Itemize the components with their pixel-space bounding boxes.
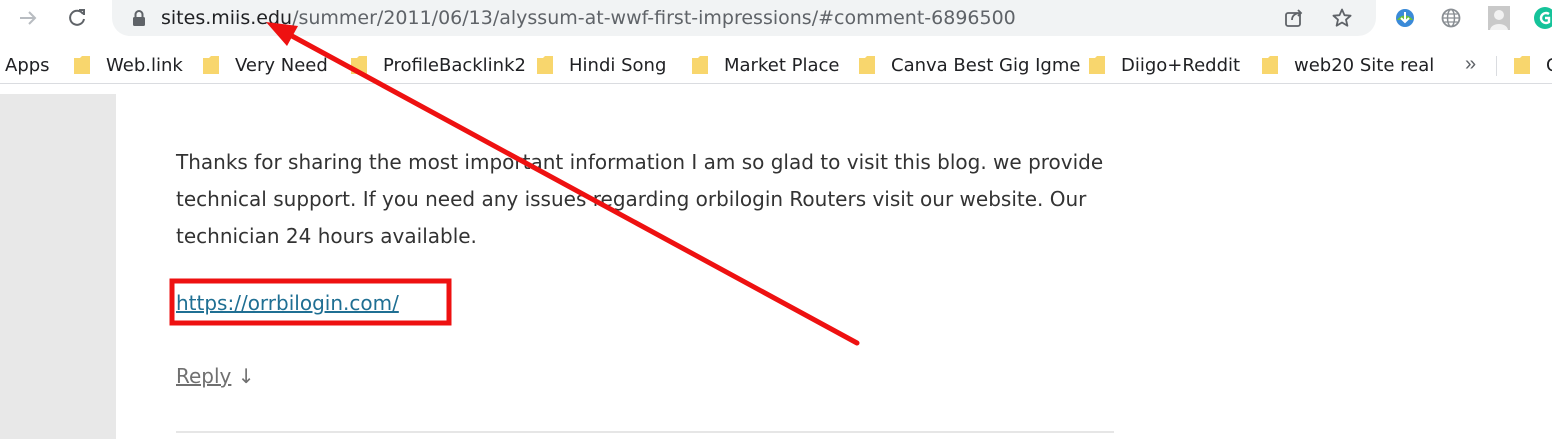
bookmarks-separator <box>1496 56 1497 76</box>
bookmark-item[interactable]: Canva Best Gig Igme <box>858 53 1080 77</box>
globe-extension[interactable] <box>1438 5 1464 31</box>
folder-icon <box>203 56 219 74</box>
reply-arrow-icon: ↓ <box>237 364 255 388</box>
bookmark-label: Market Place <box>724 54 840 76</box>
share-icon <box>1285 9 1303 27</box>
bookmark-label: Canva Best Gig Igme <box>891 54 1081 76</box>
grammarly-extension[interactable] <box>1532 5 1552 31</box>
bookmark-star-button[interactable] <box>1329 5 1355 31</box>
browser-window: sites.miis.edu/summer/2011/06/13/alyssum… <box>0 0 1552 439</box>
folder-icon <box>692 56 708 74</box>
avatar-icon <box>1488 6 1510 30</box>
reload-icon <box>69 9 85 26</box>
bookmark-item[interactable]: web20 Site real <box>1261 53 1434 77</box>
page-gutter <box>0 94 116 439</box>
bookmark-label: ProfileBacklink2 <box>383 54 526 76</box>
url-path: /summer/2011/06/13/alyssum-at-wwf-first-… <box>292 7 1016 29</box>
lock-icon <box>132 9 146 32</box>
folder-icon <box>74 56 90 74</box>
share-button[interactable] <box>1281 5 1307 31</box>
forward-button[interactable] <box>12 2 44 34</box>
bookmark-label: Hindi Song <box>569 54 667 76</box>
bookmark-item[interactable]: Market Place <box>691 53 839 77</box>
reply-label: Reply <box>176 364 232 388</box>
folder-icon <box>1089 56 1105 74</box>
arrow-right-icon <box>20 11 37 25</box>
bookmark-label: Web.link <box>106 54 183 76</box>
url-host: sites.miis.edu <box>161 7 293 29</box>
bookmark-label: Very Need <box>235 54 328 76</box>
reload-button[interactable] <box>61 2 93 34</box>
bookmark-apps[interactable]: Apps <box>5 53 50 77</box>
folder-icon <box>1262 56 1278 74</box>
bookmark-item[interactable]: ProfileBacklink2 <box>350 53 526 77</box>
folder-icon <box>537 56 553 74</box>
bookmarks-bar: Apps Web.link Very Need ProfileBacklink2… <box>0 44 1552 84</box>
bookmarks-overflow-button[interactable]: » <box>1465 53 1476 76</box>
profile-extension[interactable] <box>1486 5 1512 31</box>
browser-toolbar: sites.miis.edu/summer/2011/06/13/alyssum… <box>0 0 1552 38</box>
url-text: sites.miis.edu/summer/2011/06/13/alyssum… <box>161 7 1016 29</box>
bookmark-label: Diigo+Reddit <box>1121 54 1241 76</box>
bookmark-item[interactable]: Hindi Song <box>536 53 666 77</box>
bookmark-label: Apps <box>5 54 50 76</box>
download-manager-extension[interactable] <box>1392 5 1418 31</box>
reply-link[interactable]: Reply ↓ <box>176 364 255 388</box>
comment-link[interactable]: https://orrbilogin.com/ <box>176 291 399 315</box>
bookmark-label: web20 Site real <box>1294 54 1435 76</box>
comment-body: Thanks for sharing the most important in… <box>176 150 1104 248</box>
folder-icon <box>351 56 367 74</box>
star-icon <box>1332 8 1352 27</box>
address-bar[interactable]: sites.miis.edu/summer/2011/06/13/alyssum… <box>112 0 1376 36</box>
grammarly-icon <box>1534 7 1552 29</box>
comment-article: Thanks for sharing the most important in… <box>116 94 1552 439</box>
globe-icon <box>1441 8 1461 28</box>
download-manager-icon <box>1396 9 1414 27</box>
bookmark-item[interactable]: C <box>1513 53 1552 77</box>
bookmark-item[interactable]: Very Need <box>202 53 328 77</box>
folder-icon <box>1514 56 1530 74</box>
bookmark-item[interactable]: Web.link <box>73 53 183 77</box>
comment-divider <box>176 431 1114 433</box>
bookmark-item[interactable]: Diigo+Reddit <box>1088 53 1240 77</box>
bookmark-label: C <box>1546 55 1552 76</box>
folder-icon <box>859 56 875 74</box>
page-content: Thanks for sharing the most important in… <box>0 94 1552 439</box>
